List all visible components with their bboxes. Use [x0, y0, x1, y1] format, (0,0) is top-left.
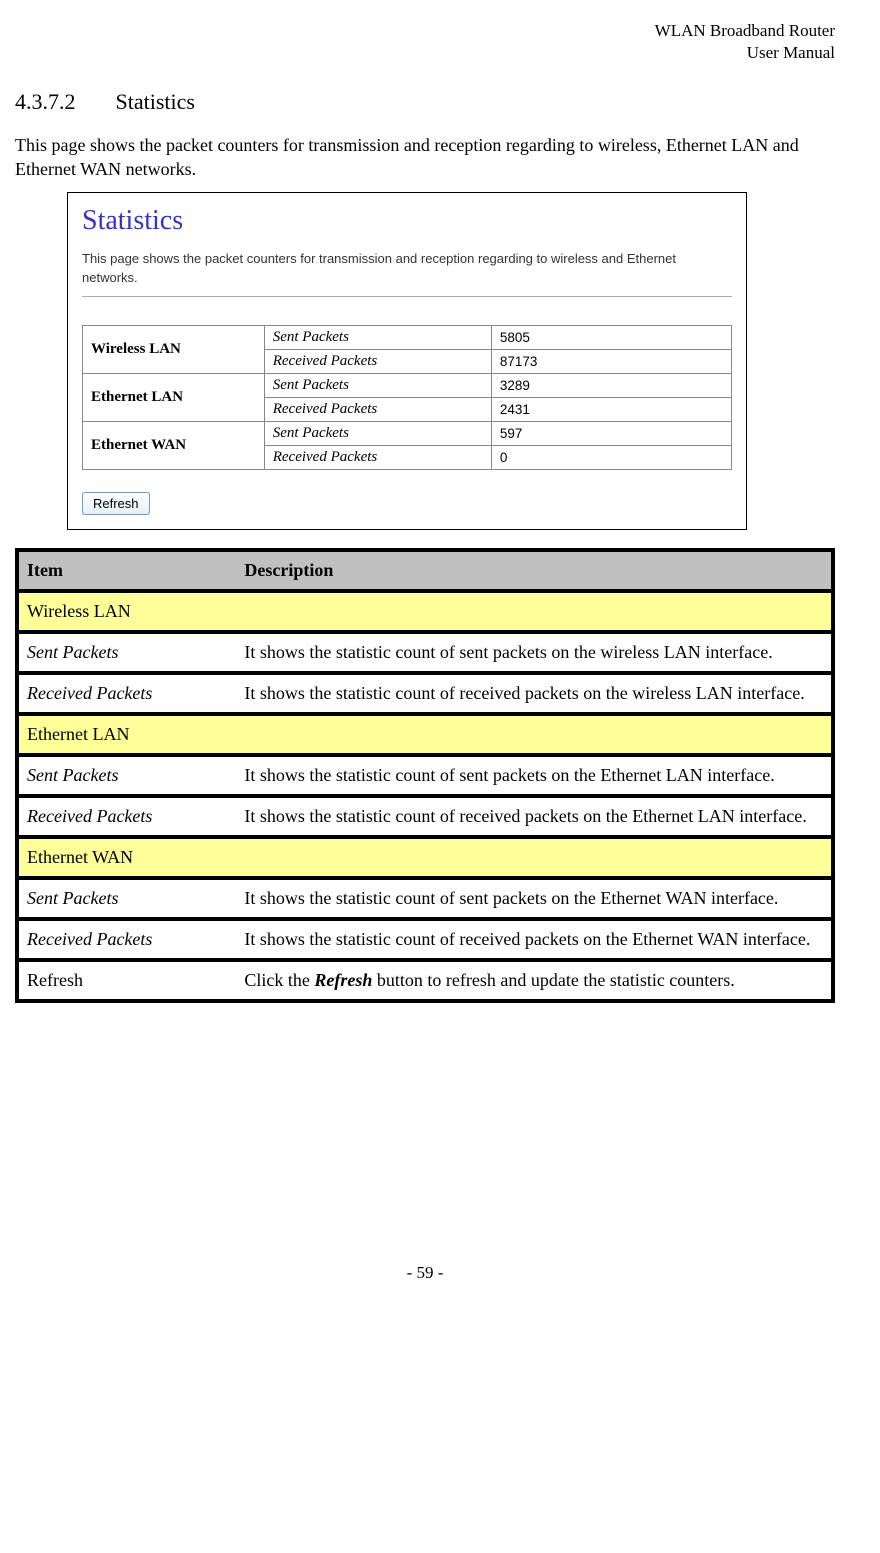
desc-bold: Refresh: [314, 970, 372, 990]
item-name: Received Packets: [15, 671, 236, 712]
section-title: Wireless LAN: [15, 589, 835, 630]
screenshot-title: Statistics: [82, 205, 732, 237]
intro-paragraph: This page shows the packet counters for …: [15, 133, 835, 182]
sent-value: 597: [491, 421, 731, 445]
table-row: Received Packets It shows the statistic …: [15, 671, 835, 712]
description-table: Item Description Wireless LAN Sent Packe…: [15, 548, 835, 1003]
item-desc: It shows the statistic count of sent pac…: [236, 753, 835, 794]
sent-value: 3289: [491, 373, 731, 397]
recv-label: Received Packets: [264, 397, 491, 421]
header-line2: User Manual: [15, 42, 835, 64]
section-heading: 4.3.7.2 Statistics: [15, 89, 835, 115]
table-row: Sent Packets It shows the statistic coun…: [15, 753, 835, 794]
item-desc: It shows the statistic count of received…: [236, 671, 835, 712]
recv-value: 0: [491, 445, 731, 469]
screenshot-divider: [82, 296, 732, 297]
refresh-button[interactable]: Refresh: [82, 492, 150, 515]
header-item: Item: [15, 548, 236, 589]
item-desc: It shows the statistic count of received…: [236, 794, 835, 835]
recv-label: Received Packets: [264, 445, 491, 469]
table-row: Ethernet WAN Sent Packets 597: [83, 421, 732, 445]
sent-value: 5805: [491, 325, 731, 349]
page-header: WLAN Broadband Router User Manual: [15, 20, 835, 64]
item-name: Refresh: [15, 958, 236, 1003]
item-name: Sent Packets: [15, 753, 236, 794]
interface-name: Ethernet WAN: [83, 421, 265, 469]
item-name: Received Packets: [15, 917, 236, 958]
page-footer: - 59 -: [15, 1263, 835, 1283]
table-row: Ethernet LAN Sent Packets 3289: [83, 373, 732, 397]
table-row: Sent Packets It shows the statistic coun…: [15, 630, 835, 671]
table-row: Refresh Click the Refresh button to refr…: [15, 958, 835, 1003]
screenshot-description: This page shows the packet counters for …: [82, 249, 732, 288]
recv-value: 87173: [491, 349, 731, 373]
item-name: Received Packets: [15, 794, 236, 835]
table-row: Sent Packets It shows the statistic coun…: [15, 876, 835, 917]
sent-label: Sent Packets: [264, 325, 491, 349]
recv-label: Received Packets: [264, 349, 491, 373]
item-name: Sent Packets: [15, 876, 236, 917]
table-row: Received Packets It shows the statistic …: [15, 794, 835, 835]
section-title: Statistics: [116, 89, 195, 114]
interface-name: Ethernet LAN: [83, 373, 265, 421]
section-title: Ethernet LAN: [15, 712, 835, 753]
section-row: Wireless LAN: [15, 589, 835, 630]
header-line1: WLAN Broadband Router: [15, 20, 835, 42]
item-desc: It shows the statistic count of sent pac…: [236, 630, 835, 671]
item-desc: It shows the statistic count of received…: [236, 917, 835, 958]
desc-pre: Click the: [244, 970, 314, 990]
section-row: Ethernet WAN: [15, 835, 835, 876]
statistics-table: Wireless LAN Sent Packets 5805 Received …: [82, 325, 732, 470]
table-row: Wireless LAN Sent Packets 5805: [83, 325, 732, 349]
item-desc: It shows the statistic count of sent pac…: [236, 876, 835, 917]
section-number: 4.3.7.2: [15, 89, 110, 115]
table-row: Received Packets It shows the statistic …: [15, 917, 835, 958]
item-desc: Click the Refresh button to refresh and …: [236, 958, 835, 1003]
section-row: Ethernet LAN: [15, 712, 835, 753]
section-title: Ethernet WAN: [15, 835, 835, 876]
interface-name: Wireless LAN: [83, 325, 265, 373]
header-description: Description: [236, 548, 835, 589]
item-name: Sent Packets: [15, 630, 236, 671]
recv-value: 2431: [491, 397, 731, 421]
statistics-screenshot: Statistics This page shows the packet co…: [67, 192, 747, 530]
sent-label: Sent Packets: [264, 421, 491, 445]
sent-label: Sent Packets: [264, 373, 491, 397]
header-row: Item Description: [15, 548, 835, 589]
desc-post: button to refresh and update the statist…: [372, 970, 734, 990]
